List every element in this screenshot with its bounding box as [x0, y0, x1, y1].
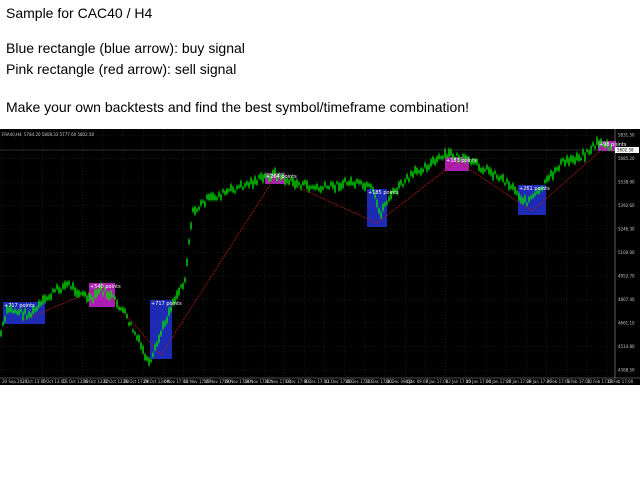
caption-backtest-note: Make your own backtests and find the bes…: [6, 99, 469, 115]
signal-labels: +717 points +540 points +717 points +264 po…: [4, 142, 627, 309]
price-tick-label: 5831.50: [618, 133, 635, 138]
chart-axes: 5831.50 5685.20 5538.90 5392.60 5246.30 5100.…: [0, 129, 640, 384]
candles: [0, 135, 612, 367]
price-tick-label: 5392.60: [618, 203, 635, 208]
time-tick-label: 15 Feb 17:00: [607, 379, 634, 384]
trade-path: [23, 144, 608, 356]
price-tick-label: 5538.90: [618, 180, 635, 185]
caption-sell-signal: Pink rectangle (red arrow): sell signal: [6, 61, 237, 77]
price-tick-label: 5100.00: [618, 250, 635, 255]
current-price-value: 5802.58: [617, 148, 634, 153]
sell-signal-label: +183 points: [446, 158, 477, 164]
price-tick-label: 4807.40: [618, 297, 635, 302]
price-tick-label: 5685.20: [618, 156, 635, 161]
price-tick-label: 4368.50: [618, 368, 635, 373]
ohlc-readout: 5784.20 5808.33 5777.60 5802.58: [24, 132, 94, 137]
trade-connection-line: [23, 144, 608, 356]
signal-boxes: [3, 141, 616, 359]
price-tick-label: 4661.10: [618, 321, 635, 326]
trading-chart-window[interactable]: +717 points +540 points +717 points +264 po…: [0, 129, 640, 385]
sell-signal-label: +264 points: [266, 174, 297, 180]
price-tick-label: 4514.80: [618, 344, 635, 349]
caption-buy-signal: Blue rectangle (blue arrow): buy signal: [6, 40, 245, 56]
caption-title: Sample for CAC40 / H4: [6, 5, 153, 21]
price-chart[interactable]: +717 points +540 points +717 points +264 po…: [0, 129, 640, 385]
chart-grid: [0, 129, 615, 378]
sell-signal-label: +540 points: [90, 284, 121, 290]
buy-signal-label: +717 points: [4, 303, 35, 309]
symbol-label: FRA40,H4: [2, 132, 22, 137]
buy-signal-label: +185 points: [368, 190, 399, 196]
buy-signal-label: +261 points: [519, 186, 550, 192]
buy-signal-label: +717 points: [151, 301, 182, 307]
price-tick-label: 5246.30: [618, 227, 635, 232]
price-tick-label: 4953.70: [618, 274, 635, 279]
